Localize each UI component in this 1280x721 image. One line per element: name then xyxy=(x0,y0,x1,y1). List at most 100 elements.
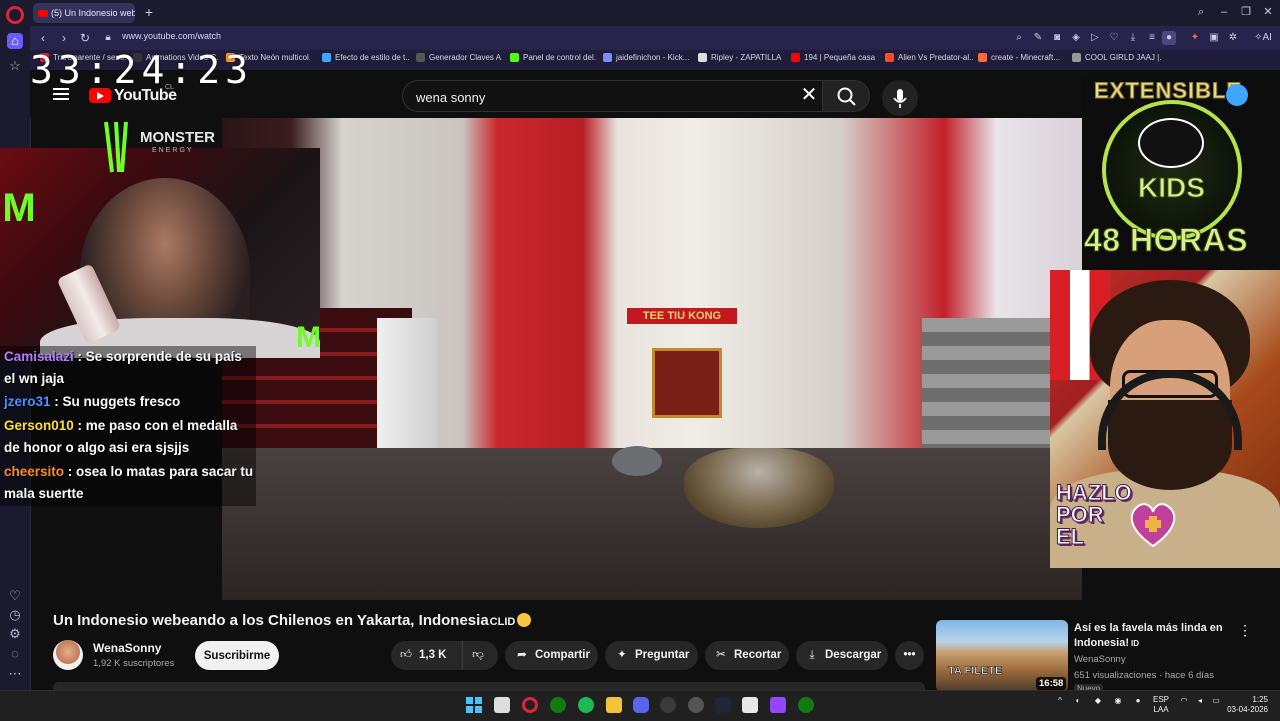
channel-name[interactable]: WenaSonny xyxy=(93,641,161,655)
forward-icon[interactable]: › xyxy=(56,30,72,46)
history-icon[interactable]: ◷ xyxy=(7,607,23,623)
monster-claw-icon: M xyxy=(296,321,321,354)
download-icon[interactable]: ⤓ xyxy=(1126,31,1140,45)
back-icon[interactable]: ‹ xyxy=(35,30,51,46)
settings-icon[interactable]: ⚙ xyxy=(7,626,23,642)
horas-text: 48 HORAS xyxy=(1083,222,1249,259)
like-button[interactable]: 👍︎ 1,3 K xyxy=(391,641,463,670)
maximize-icon[interactable]: ❐ xyxy=(1237,4,1255,20)
voice-search-button[interactable] xyxy=(882,80,918,116)
search-icon xyxy=(837,87,856,106)
download-button[interactable]: ⤓ Descargar xyxy=(796,641,888,670)
play-icon[interactable]: ▷ xyxy=(1088,31,1102,45)
bookmark-item[interactable]: Efecto de estilo de t... xyxy=(322,53,410,63)
tab-strip xyxy=(30,0,1280,26)
clock[interactable]: 1:25 03-04-2026 xyxy=(1224,696,1268,714)
chat-message: Gerson010 : me paso con el medalla de ho… xyxy=(4,418,238,455)
star-icon[interactable]: ☆ xyxy=(7,58,23,74)
video-player[interactable]: TEE TIU KONG xyxy=(222,118,1082,600)
search-input[interactable]: wena sonny xyxy=(416,90,485,105)
steam-icon[interactable] xyxy=(715,697,731,713)
tray-app-icon[interactable]: ◐ xyxy=(1072,697,1084,705)
tray-app-icon[interactable]: ● xyxy=(1132,697,1144,705)
search-tabs-icon[interactable]: ⌕ xyxy=(1192,4,1210,20)
close-window-icon[interactable]: ✕ xyxy=(1259,4,1277,20)
heart-outline-icon[interactable]: ♡ xyxy=(1107,31,1121,45)
home-icon[interactable]: ⌂ xyxy=(7,33,23,49)
dislike-button[interactable]: 👎︎ xyxy=(463,641,498,670)
tab-active[interactable]: (5) Un Indonesio web xyxy=(33,3,135,23)
bookmark-item[interactable]: 194 | Pequeña casa... xyxy=(791,53,875,63)
camera-icon[interactable]: ◙ xyxy=(1050,31,1064,45)
zoom-icon[interactable]: ⌕ xyxy=(1012,31,1026,45)
battery-icon[interactable]: ▭ xyxy=(1210,697,1222,705)
thumbnail-text: TA FILETE xyxy=(948,665,1003,678)
bulb-icon[interactable]: ◌ xyxy=(7,646,23,662)
more-vertical-icon[interactable]: ⋮ xyxy=(1238,621,1252,639)
bookmark-item[interactable]: jaidefinichon - Kick... xyxy=(603,53,691,63)
xbox-app-icon[interactable] xyxy=(798,697,814,713)
shield-icon[interactable]: ◈ xyxy=(1069,31,1083,45)
volume-icon[interactable]: ◂ xyxy=(1194,697,1206,705)
opera-taskbar-icon[interactable] xyxy=(522,697,538,713)
heart-icon[interactable]: ♡ xyxy=(7,588,23,604)
extensible-text: EXTENSIBLE xyxy=(1093,78,1243,104)
recommended-channel[interactable]: WenaSonny xyxy=(1074,654,1126,665)
recommended-title[interactable]: Así es la favela más linda en Indonesia!… xyxy=(1074,621,1224,651)
search-button[interactable] xyxy=(822,80,870,112)
bookmark-item[interactable]: Ripley - ZAPATILLA... xyxy=(698,53,782,63)
ai-button[interactable]: ✧AI xyxy=(1250,31,1276,45)
xbox-icon[interactable] xyxy=(550,697,566,713)
tab-title: (5) Un Indonesio web xyxy=(51,8,135,18)
description-box[interactable] xyxy=(53,682,925,690)
extension-icon[interactable]: ✦ xyxy=(1188,31,1202,45)
reload-icon[interactable]: ↻ xyxy=(77,30,93,46)
start-icon[interactable] xyxy=(466,697,482,713)
edit-icon[interactable]: ✎ xyxy=(1031,31,1045,45)
clip-button[interactable]: ✂ Recortar xyxy=(705,641,789,670)
bookmark-item[interactable]: Panel de control del... xyxy=(510,53,596,63)
title-suffix: CLID xyxy=(489,616,516,628)
tray-app-icon[interactable]: ◉ xyxy=(1112,697,1124,705)
bookmark-item[interactable]: create - Minecraft... xyxy=(978,53,1062,63)
language-indicator[interactable]: ESP LAA xyxy=(1152,696,1170,714)
bookmark-item[interactable]: Alien Vs Predator-al... xyxy=(885,53,973,63)
opera-logo-icon[interactable] xyxy=(6,6,24,24)
chat-message: Camisalazi : Se sorprende de su país el … xyxy=(4,349,242,386)
stream-timer: 33:24:23 xyxy=(30,48,254,92)
ai-label: AI xyxy=(1262,32,1272,43)
obs-icon[interactable] xyxy=(688,697,704,713)
new-tab-icon[interactable]: + xyxy=(142,5,156,19)
chat-message: jzero31 : Su nuggets fresco xyxy=(4,394,181,409)
share-button[interactable]: ➦ Compartir xyxy=(505,641,598,670)
ask-button[interactable]: ✦ Preguntar xyxy=(605,641,698,670)
bookmark-item[interactable]: COOL GIRLD JAAJ |... xyxy=(1072,53,1162,63)
twitch-icon[interactable] xyxy=(770,697,786,713)
url-field[interactable]: www.youtube.com/watch xyxy=(122,31,221,41)
minimize-icon[interactable]: – xyxy=(1215,4,1233,20)
puzzle-icon[interactable]: ✲ xyxy=(1226,31,1240,45)
spotify-icon[interactable] xyxy=(578,697,594,713)
kids-text: KIDS xyxy=(1138,172,1206,204)
taskview-icon[interactable] xyxy=(494,697,510,713)
app-icon[interactable] xyxy=(660,697,676,713)
tray-chevron-icon[interactable]: ^ xyxy=(1054,697,1066,705)
monster-brand: MONSTER xyxy=(140,129,215,146)
extension-square-icon[interactable]: ▣ xyxy=(1207,31,1221,45)
tray-app-icon[interactable]: ◆ xyxy=(1092,697,1104,705)
monster-energy-logo: MONSTER ENERGY xyxy=(100,118,220,178)
bookmark-item[interactable]: Generador Claves A... xyxy=(416,53,502,63)
subscribe-button[interactable]: Suscribirme xyxy=(195,641,279,670)
scissors-icon: ✂ xyxy=(716,649,726,661)
folder-icon[interactable] xyxy=(606,697,622,713)
menu-icon[interactable]: ≡ xyxy=(1145,31,1159,45)
discord-icon[interactable] xyxy=(633,697,649,713)
wifi-icon[interactable]: ◠ xyxy=(1178,697,1190,705)
clear-search-icon[interactable]: ✕ xyxy=(800,85,818,105)
subscriber-count: 1,92 K suscriptores xyxy=(93,658,175,669)
channel-avatar[interactable] xyxy=(53,640,83,670)
more-icon[interactable]: ⋯ xyxy=(7,666,23,682)
more-actions-button[interactable]: ••• xyxy=(895,641,924,670)
notepad-icon[interactable] xyxy=(742,697,758,713)
profile-icon[interactable]: ● xyxy=(1162,31,1176,45)
